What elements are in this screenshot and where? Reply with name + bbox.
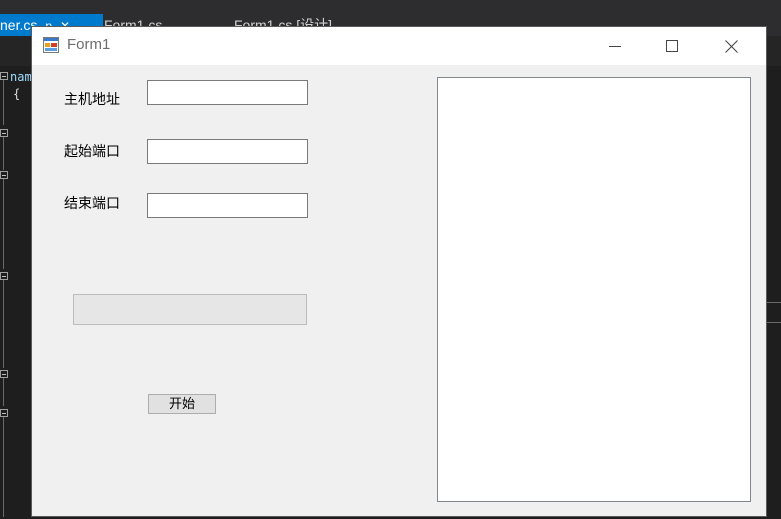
end-port-label: 结束端口 xyxy=(64,196,120,212)
start-port-label: 起始端口 xyxy=(64,144,120,160)
minimize-button[interactable] xyxy=(592,27,638,65)
gutter-line xyxy=(3,80,4,125)
form1-window: Form1 主机地址 起始端口 结束端口 开始 xyxy=(32,27,766,516)
start-port-input[interactable] xyxy=(147,139,308,164)
start-button[interactable]: 开始 xyxy=(148,394,216,414)
collapse-icon[interactable] xyxy=(0,272,8,280)
code-brace: { xyxy=(13,87,21,101)
close-icon xyxy=(724,39,738,53)
maximize-button[interactable] xyxy=(649,27,695,65)
collapse-icon[interactable] xyxy=(0,409,8,417)
collapse-icon[interactable] xyxy=(0,171,8,179)
host-address-label: 主机地址 xyxy=(64,92,120,108)
gutter-line xyxy=(3,179,4,269)
form-app-icon xyxy=(43,37,59,53)
gutter-line xyxy=(3,280,4,368)
collapse-icon[interactable] xyxy=(0,129,8,137)
gutter-line xyxy=(3,137,4,170)
maximize-icon xyxy=(666,40,678,52)
gutter-line xyxy=(3,417,4,517)
collapse-icon[interactable] xyxy=(0,72,8,80)
collapse-icon[interactable] xyxy=(0,370,8,378)
window-title: Form1 xyxy=(67,36,111,53)
close-button[interactable] xyxy=(708,27,754,65)
code-namespace-keyword: nam xyxy=(10,70,32,84)
minimize-icon xyxy=(609,46,621,47)
scan-output-textbox[interactable] xyxy=(437,77,751,502)
end-port-input[interactable] xyxy=(147,193,308,218)
scan-progress-bar xyxy=(73,294,307,325)
title-bar[interactable]: Form1 xyxy=(32,27,766,65)
host-address-input[interactable] xyxy=(147,80,308,105)
gutter-line xyxy=(3,378,4,406)
